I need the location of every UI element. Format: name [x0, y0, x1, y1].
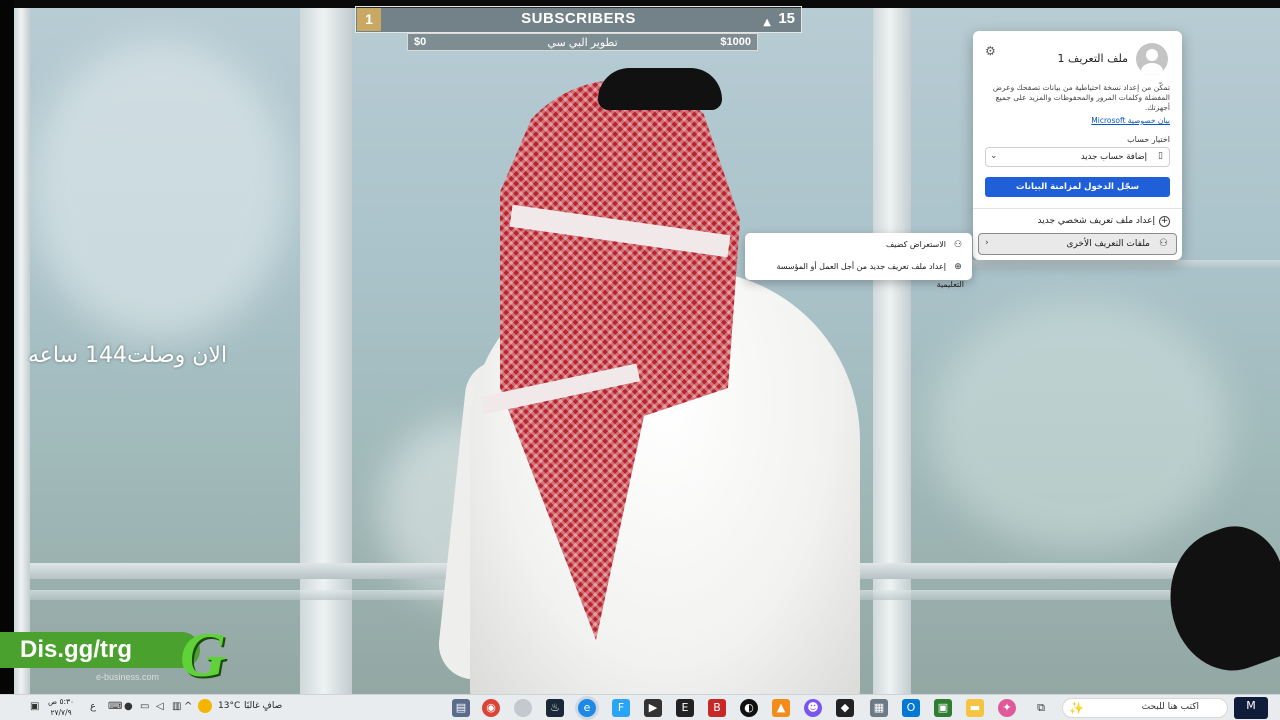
- new-work-profile-item[interactable]: ⊕إعداد ملف تعريف جديد من أجل العمل أو ال…: [753, 258, 964, 289]
- file-explorer-icon[interactable]: ▬: [966, 699, 984, 717]
- profile-flyout: ملف التعريف 1 ⚙ تمكّن من إعداد نسخة احتي…: [973, 31, 1182, 260]
- goal-target: $1000: [720, 36, 751, 48]
- task-view-icon[interactable]: ⧉: [1032, 699, 1050, 717]
- language-indicator[interactable]: ع: [90, 701, 96, 712]
- plus-circle-icon: ⊕: [954, 262, 962, 272]
- app-icon[interactable]: ▣: [934, 699, 952, 717]
- steam-icon[interactable]: ♨: [546, 699, 564, 717]
- other-profiles-submenu: ⚇ الاستعراض كضيف ⊕إعداد ملف تعريف جديد من…: [745, 233, 972, 289]
- search-placeholder: اكتب هنا للبحث: [1141, 702, 1199, 712]
- app-icon[interactable]: [514, 699, 532, 717]
- lamp-silhouette: [1149, 513, 1280, 687]
- outlook-icon[interactable]: O: [902, 699, 920, 717]
- discord-link: Dis.gg/trg: [0, 632, 200, 668]
- mouse-cursor-icon: ▲: [763, 17, 771, 28]
- logo-mark: G: [180, 619, 227, 690]
- plus-circle-icon: +: [1159, 216, 1170, 227]
- edge-icon[interactable]: e: [578, 699, 596, 717]
- app-icon[interactable]: B: [708, 699, 726, 717]
- epic-games-icon[interactable]: E: [676, 699, 694, 717]
- sync-description: تمكّن من إعداد نسخة احتياطية من بيانات ت…: [992, 83, 1170, 112]
- stream-hours-text: الان وصلت144 ساعه: [28, 343, 228, 368]
- person-agal: [598, 68, 722, 110]
- app-icon[interactable]: ◆: [836, 699, 854, 717]
- profile-name: ملف التعريف 1: [1057, 52, 1128, 65]
- goal-label: تطوير البي سي: [547, 37, 618, 49]
- donation-goal-bar: $0 تطوير البي سي $1000: [407, 33, 758, 51]
- app-icon[interactable]: ◐: [740, 699, 758, 717]
- subscriber-title: SUBSCRIBERS: [521, 10, 636, 27]
- clock-time: ٥:٣٠ ص: [48, 697, 75, 706]
- subscriber-counter: 1 SUBSCRIBERS ▲ 15: [355, 6, 802, 33]
- frame-edge: [0, 0, 14, 694]
- chevron-down-icon: ⌄: [990, 151, 998, 161]
- sparkle-icon: ✨: [1069, 701, 1084, 715]
- guest-icon: ⚇: [953, 240, 963, 250]
- logo-subtext: e-business.com: [96, 672, 160, 682]
- channel-logo: Dis.gg/trg G e-business.com: [0, 619, 280, 690]
- volume-icon[interactable]: ◁: [156, 701, 164, 712]
- battery-icon[interactable]: ▭: [140, 701, 149, 712]
- start-icon[interactable]: M: [1234, 697, 1268, 719]
- chevron-left-icon: ‹: [985, 238, 989, 248]
- profiles-icon: ⚇: [1159, 238, 1168, 249]
- app-icon[interactable]: F: [612, 699, 630, 717]
- browse-as-guest-item[interactable]: ⚇ الاستعراض كضيف: [753, 236, 964, 254]
- sign-in-sync-button[interactable]: سجّل الدخول لمزامنة البيانات: [985, 177, 1170, 197]
- app-icon[interactable]: ▤: [452, 699, 470, 717]
- other-profiles-item[interactable]: ⚇ ملفات التعريف الأخرى ‹: [978, 233, 1177, 255]
- privacy-link[interactable]: بيان خصوصية Microsoft: [1091, 116, 1170, 125]
- network-icon[interactable]: ▥: [172, 701, 181, 712]
- account-icon: ▯: [1158, 151, 1163, 161]
- keyboard-icon[interactable]: ⌨: [108, 701, 122, 712]
- copilot-icon[interactable]: ✦: [998, 699, 1016, 717]
- chevron-up-icon[interactable]: ^: [184, 701, 192, 712]
- new-personal-profile-item[interactable]: + إعداد ملف تعريف شخصي جديد: [1038, 216, 1170, 227]
- app-icon[interactable]: ▶: [644, 699, 662, 717]
- submenu-label: الاستعراض كضيف: [885, 240, 946, 249]
- account-select[interactable]: ▯ إضافة حساب جديد ⌄: [985, 147, 1170, 167]
- choose-account-label: اختيار حساب: [1127, 135, 1170, 144]
- notification-icon[interactable]: ▣: [30, 701, 39, 712]
- other-profiles-label: ملفات التعريف الأخرى: [1066, 239, 1150, 249]
- app-icon[interactable]: ▦: [870, 699, 888, 717]
- taskbar: ▣ ٥:٣٠ ص ٢٧/٧/٩ ع ⌨ ● ▭ ◁ ▥ ^ 13°C صافٍ …: [0, 694, 1280, 720]
- chrome-icon[interactable]: ◉: [482, 699, 500, 717]
- search-input[interactable]: اكتب هنا للبحث ✨: [1062, 698, 1228, 718]
- microphone-icon[interactable]: ●: [124, 701, 133, 712]
- new-profile-label: إعداد ملف تعريف شخصي جديد: [1037, 216, 1155, 226]
- avatar[interactable]: [1136, 43, 1168, 75]
- weather-icon[interactable]: [198, 699, 212, 713]
- gear-icon[interactable]: ⚙: [985, 44, 996, 58]
- weather-temp[interactable]: 13°C: [218, 701, 240, 711]
- weather-description[interactable]: صافٍ غالبًا: [244, 701, 282, 711]
- clock[interactable]: ٥:٣٠ ص ٢٧/٧/٩: [48, 696, 74, 718]
- subscriber-count: 15: [778, 10, 795, 27]
- app-icon[interactable]: ☻: [804, 699, 822, 717]
- account-select-value: إضافة حساب جديد: [1080, 152, 1147, 162]
- clock-date: ٢٧/٧/٩: [50, 708, 72, 717]
- vlc-icon[interactable]: ▲: [772, 699, 790, 717]
- divider: [973, 208, 1182, 209]
